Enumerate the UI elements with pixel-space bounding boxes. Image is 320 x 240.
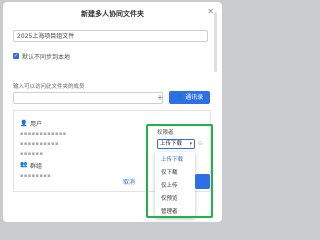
blurred-user-detail: ▪▪▪▪▪▪▪▪▪▪ <box>20 141 59 147</box>
blurred-group-name: ▪▪▪▪▪▪▪▪ <box>20 173 52 179</box>
group-row-label: 群组 <box>30 163 43 170</box>
close-icon[interactable]: ✕ <box>207 7 214 16</box>
add-member-button[interactable]: + <box>155 92 165 104</box>
members-input[interactable] <box>13 92 163 104</box>
user-icon: 👤 <box>20 120 28 127</box>
contacts-label: 通讯录 <box>185 94 204 101</box>
members-label: 输入可以访问此文件夹的成员 <box>13 84 85 90</box>
no-sync-label: 默认不同步到本地 <box>22 54 71 61</box>
cancel-button[interactable]: 取消 <box>115 177 143 189</box>
dialog-title: 新建多人协同文件夹 <box>81 10 144 18</box>
folder-name-input[interactable]: 2025上海项目组文件 <box>13 30 208 42</box>
shared-folder-dialog: 新建多人协同文件夹 ✕ 2025上海项目组文件 ✓ 默认不同步到本地 输入可以访… <box>3 2 222 222</box>
scrollbar[interactable] <box>214 12 217 72</box>
no-sync-checkbox[interactable]: ✓ <box>13 53 19 59</box>
group-icon: 👥 <box>20 161 28 168</box>
contacts-button[interactable]: 👤 通讯录 <box>169 91 210 104</box>
user-row-label: 用户 <box>30 121 43 128</box>
blurred-user-extra: ▪▪▪▪▪▪ <box>20 151 44 157</box>
highlight-box <box>146 124 213 218</box>
blurred-user-name: ▪▪▪▪▪▪▪▪▪▪▪▪ <box>20 131 67 137</box>
contacts-icon: 👤 <box>175 94 184 101</box>
